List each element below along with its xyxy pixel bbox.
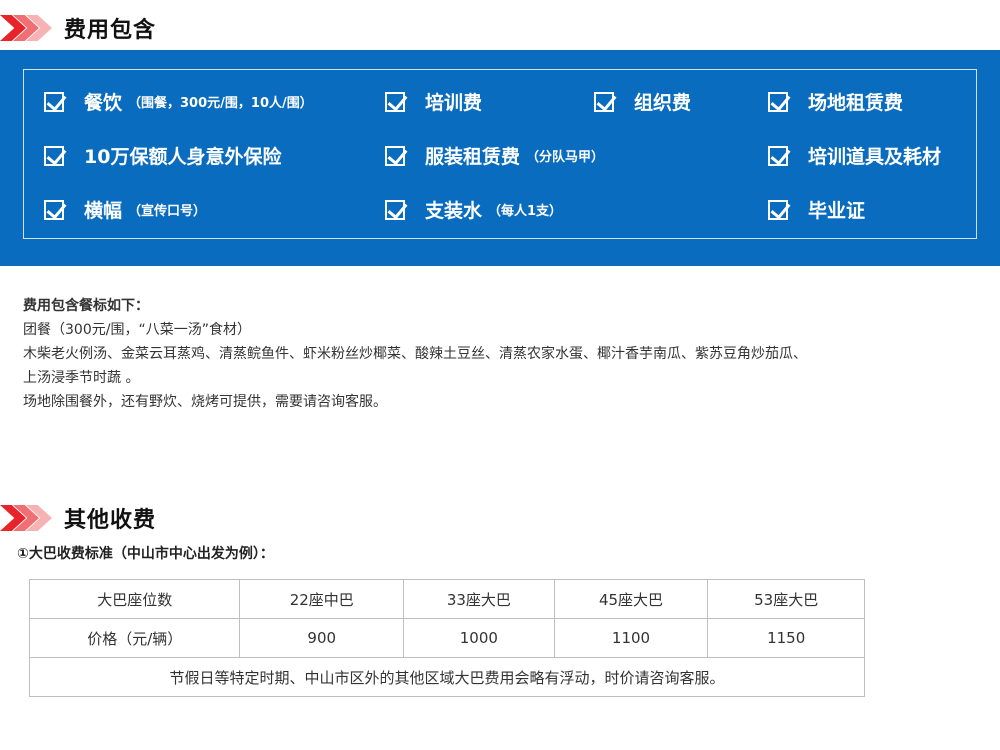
included-box: 餐饮 （围餐，300元/围，10人/围） 培训费 组织费 场地租赁费 10万保额…: [23, 69, 977, 239]
section-title: 费用包含: [64, 18, 157, 43]
checkbox-checked-icon: [385, 91, 405, 112]
included-item-training: 培训费: [385, 88, 482, 115]
included-item-label: 培训道具及耗材: [808, 146, 942, 168]
table-cell: 1100: [553, 618, 709, 658]
table-note: 节假日等特定时期、中山市区外的其他区域大巴费用会略有浮动，时价请咨询客服。: [29, 657, 865, 697]
section-header-other-fees: 其他收费: [0, 498, 156, 538]
included-item-label: 服装租赁费: [425, 146, 521, 168]
included-item-label: 场地租赁费: [808, 92, 904, 114]
meal-line: 团餐（300元/围，“八菜一汤”食材）: [23, 322, 251, 338]
checkbox-checked-icon: [385, 199, 405, 220]
included-item-note: （每人1支）: [488, 204, 563, 219]
table-row: 价格（元/辆） 900 1000 1100 1150: [28, 618, 865, 658]
checkbox-checked-icon: [44, 91, 64, 112]
meal-line: 木柴老火例汤、金菜云耳蒸鸡、清蒸鲩鱼件、虾米粉丝炒椰菜、酸辣土豆丝、清蒸农家水蛋…: [23, 346, 807, 362]
table-cell: 900: [239, 618, 405, 658]
checkbox-checked-icon: [385, 145, 405, 166]
table-cell: 45座大巴: [553, 579, 709, 619]
included-item-meal: 餐饮 （围餐，300元/围，10人/围）: [44, 88, 313, 115]
chevron-right-icon: [0, 505, 56, 531]
included-item-label: 培训费: [425, 92, 483, 114]
included-item-note: （宣传口号）: [128, 204, 207, 219]
checkbox-checked-icon: [44, 145, 64, 166]
table-cell: 1000: [403, 618, 555, 658]
meal-line: 上汤浸季节时蔬 。: [23, 370, 140, 386]
included-item-label: 餐饮: [84, 92, 123, 114]
chevron-right-icon: [0, 15, 56, 41]
table-cell: 53座大巴: [707, 579, 865, 619]
checkbox-checked-icon: [594, 91, 614, 112]
bus-subtitle: ①大巴收费标准（中山市中心出发为例）：: [17, 546, 274, 562]
included-panel: 餐饮 （围餐，300元/围，10人/围） 培训费 组织费 场地租赁费 10万保额…: [0, 50, 1000, 266]
section-title: 其他收费: [64, 508, 157, 533]
meal-heading: 费用包含餐标如下：: [23, 298, 149, 314]
table-cell: 22座中巴: [239, 579, 405, 619]
checkbox-checked-icon: [768, 199, 788, 220]
table-cell: 价格（元/辆）: [28, 618, 241, 658]
meal-line: 场地除围餐外，还有野炊、烧烤可提供，需要请咨询客服。: [23, 394, 387, 410]
included-item-certificate: 毕业证: [768, 196, 865, 223]
included-item-label: 组织费: [634, 92, 692, 114]
table-row: 节假日等特定时期、中山市区外的其他区域大巴费用会略有浮动，时价请咨询客服。: [29, 657, 865, 697]
included-item-clothing: 服装租赁费 （分队马甲）: [385, 142, 604, 169]
table-cell: 1150: [707, 618, 865, 658]
included-item-banner: 横幅 （宣传口号）: [44, 196, 206, 223]
included-item-water: 支装水 （每人1支）: [385, 196, 562, 223]
checkbox-checked-icon: [768, 91, 788, 112]
included-item-props: 培训道具及耗材: [768, 142, 941, 169]
included-item-organization: 组织费: [594, 88, 691, 115]
included-item-label: 支装水: [425, 200, 483, 222]
included-item-note: （围餐，300元/围，10人/围）: [128, 96, 313, 111]
included-item-note: （分队马甲）: [526, 150, 605, 165]
table-cell: 大巴座位数: [28, 579, 241, 619]
included-item-label: 10万保额人身意外保险: [84, 146, 282, 168]
table-cell: 33座大巴: [403, 579, 555, 619]
included-item-label: 毕业证: [808, 200, 866, 222]
checkbox-checked-icon: [44, 199, 64, 220]
included-item-label: 横幅: [84, 200, 123, 222]
included-item-venue: 场地租赁费: [768, 88, 903, 115]
checkbox-checked-icon: [768, 145, 788, 166]
meal-description: 费用包含餐标如下： 团餐（300元/围，“八菜一汤”食材） 木柴老火例汤、金菜云…: [23, 294, 983, 414]
table-row: 大巴座位数 22座中巴 33座大巴 45座大巴 53座大巴: [28, 579, 865, 619]
bus-price-table: 大巴座位数 22座中巴 33座大巴 45座大巴 53座大巴 价格（元/辆） 90…: [28, 579, 865, 697]
included-item-insurance: 10万保额人身意外保险: [44, 142, 281, 169]
section-header-fees-included: 费用包含: [0, 8, 156, 48]
